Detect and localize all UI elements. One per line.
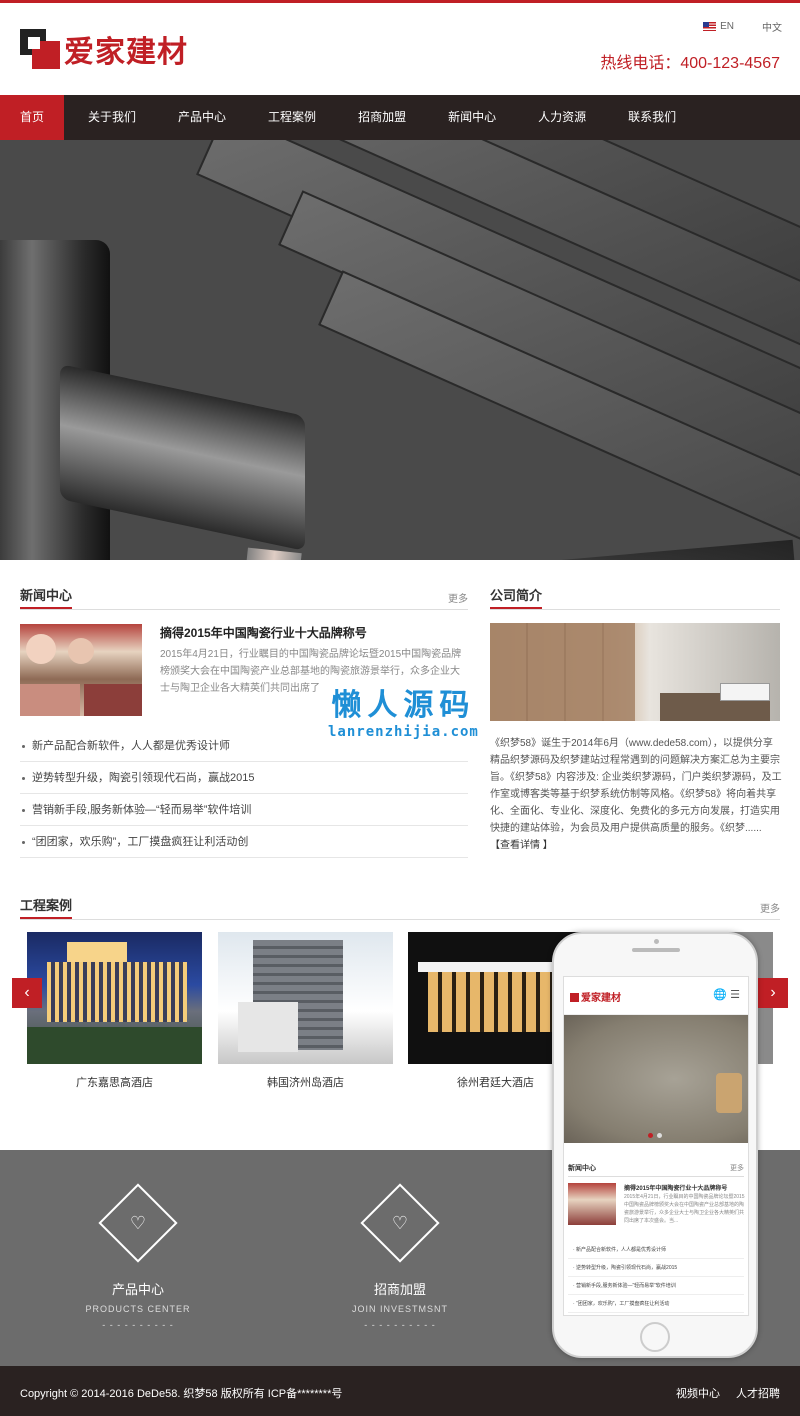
footer-copyright: Copyright © 2014-2016 DeDe58. 织梦58 版权所有 … [20,1388,343,1400]
feature-subtitle: PRODUCTS CENTER [85,1304,191,1314]
nav-item-news[interactable]: 新闻中心 [430,95,514,140]
site-header: 爱家建材 EN 中文 热线电话：400-123-4567 [0,3,800,95]
case-image-2[interactable] [218,932,393,1064]
news-list: 新产品配合新软件，人人都是优秀设计师 逆势转型升级，陶瓷引领现代石尚，赢战201… [20,730,468,858]
phone-speaker [632,948,680,952]
phone-screen: 爱家建材 🌐 ☰ 新闻中心 更多 摘得2015年中国陶瓷行业十大品牌称号 2015… [563,976,749,1316]
feature-title: 招商加盟 [373,1282,426,1297]
feature-title: 产品中心 [111,1282,164,1297]
phone-mockup: 爱家建材 🌐 ☰ 新闻中心 更多 摘得2015年中国陶瓷行业十大品牌称号 2015… [552,932,758,1358]
cases-next-arrow-icon[interactable]: › [758,978,788,1008]
about-image [490,623,780,721]
site-footer: Copyright © 2014-2016 DeDe58. 织梦58 版权所有 … [0,1366,800,1416]
about-section-header: 公司简介 [490,588,780,610]
watermark-title: 懒人源码 [331,688,476,723]
case-caption-2[interactable]: 韩国济州岛酒店 [218,1074,393,1090]
phone-news-feature: 摘得2015年中国陶瓷行业十大品牌称号 2015年4月21日，行业瞩目的中国陶瓷… [568,1183,745,1241]
news-feature-title[interactable]: 摘得2015年中国陶瓷行业十大品牌称号 [160,624,367,641]
phone-camera [654,939,659,944]
hero-banner[interactable] [0,140,800,560]
footer-link-video[interactable]: 视频中心 [676,1385,720,1401]
phone-banner [564,1015,748,1143]
news-list-item[interactable]: “团团家，欢乐购”，工厂摸盘疯狂让利活动创 [20,826,468,858]
lang-en-link[interactable]: EN [703,21,734,32]
news-feature-thumbnail[interactable] [20,624,142,716]
cases-prev-arrow-icon[interactable]: ‹ [12,978,42,1008]
nav-item-cases[interactable]: 工程案例 [250,95,334,140]
feature-subtitle: JOIN INVESTMSNT [351,1304,448,1314]
nav-item-franchise[interactable]: 招商加盟 [340,95,424,140]
cases-section-title: 工程案例 [20,897,73,919]
phone-globe-menu-icon: 🌐 ☰ [713,989,740,1001]
logo-text: 爱家建材 [64,35,188,70]
case-caption-1[interactable]: 广东嘉思高酒店 [27,1074,202,1090]
nav-item-home[interactable]: 首页 [0,95,65,140]
feature-dash: - - - - - - - - - - [364,1320,436,1330]
news-list-item[interactable]: 逆势转型升级，陶瓷引领现代石尚，赢战2015 [20,762,468,794]
nav-item-about[interactable]: 关于我们 [70,95,154,140]
phone-news-header: 新闻中心 更多 [568,1163,744,1177]
watermark-url: lanrenzhijia.com [328,724,479,740]
case-image-1[interactable] [27,932,202,1064]
watermark: 懒人源码 lanrenzhijia.com [328,680,479,740]
phone-home-button [640,1322,670,1352]
footer-links: 视频中心 人才招聘 [676,1385,780,1401]
nav-item-contact[interactable]: 联系我们 [610,95,694,140]
news-section-header: 新闻中心 更多 [20,588,468,610]
cases-section-header: 工程案例 更多 [20,898,780,920]
feature-franchise[interactable]: ♡ 招商加盟 JOIN INVESTMSNT - - - - - - - - -… [320,1183,480,1330]
nav-item-hr[interactable]: 人力资源 [520,95,604,140]
language-switcher: EN 中文 [703,19,782,34]
heart-hands-icon: ♡ [129,1213,147,1233]
main-nav: 首页 关于我们 产品中心 工程案例 招商加盟 新闻中心 人力资源 联系我们 [0,95,800,140]
feature-dash: - - - - - - - - - - [102,1320,174,1330]
lang-cn-link[interactable]: 中文 [762,19,782,34]
heart-hands-icon: ♡ [391,1213,409,1233]
news-more-link[interactable]: 更多 [448,591,468,609]
footer-link-jobs[interactable]: 人才招聘 [736,1385,780,1401]
feature-products[interactable]: ♡ 产品中心 PRODUCTS CENTER - - - - - - - - -… [58,1183,218,1330]
logo-mark-icon [20,29,60,69]
news-section-title: 新闻中心 [20,587,73,609]
about-more-link[interactable]: 【查看详情 】 [490,840,553,851]
news-list-item[interactable]: 营销新手段,服务新体验—“轻而易举”软件培训 [20,794,468,826]
nav-item-products[interactable]: 产品中心 [160,95,244,140]
hotline-text: 热线电话：400-123-4567 [600,55,780,72]
site-logo[interactable]: 爱家建材 [20,27,188,71]
diamond-frame: ♡ [360,1183,440,1263]
about-text: 《织梦58》诞生于2014年6月（www.dede58.com），以提供分享精品… [490,738,782,851]
cases-more-link[interactable]: 更多 [760,901,780,919]
phone-news-list: · 新产品配合新软件，人人都是优秀设计师 · 逆势转型升级，陶瓷引领现代石尚，赢… [568,1241,744,1313]
us-flag-icon [703,21,717,31]
about-section-title: 公司简介 [490,587,543,609]
phone-logo: 爱家建材 [570,989,621,1004]
diamond-frame: ♡ [98,1183,178,1263]
phone-header: 爱家建材 🌐 ☰ [564,977,748,1015]
